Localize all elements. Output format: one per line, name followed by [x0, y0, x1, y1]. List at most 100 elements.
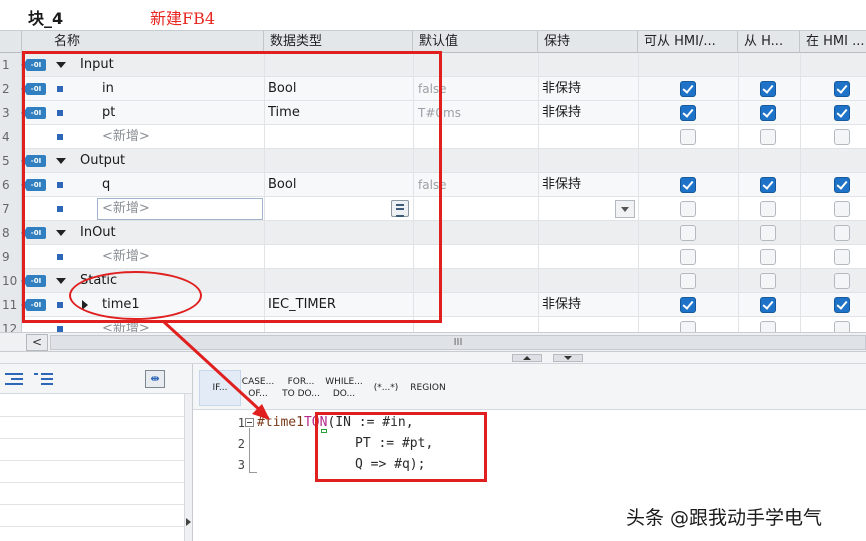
collapse-pane-icon[interactable]: ⇹ — [145, 370, 165, 388]
column-divider — [538, 77, 539, 101]
hmi-checkbox[interactable] — [760, 105, 776, 121]
col-header-hmi-write[interactable]: 从 H... — [738, 31, 800, 53]
scl-case-button[interactable]: CASE... OF... — [237, 370, 279, 406]
column-divider — [538, 149, 539, 173]
column-divider — [538, 197, 539, 221]
column-divider — [638, 293, 639, 317]
hmi-checkbox[interactable] — [680, 273, 696, 289]
indent-left-icon[interactable] — [5, 371, 25, 387]
col-header-datatype[interactable]: 数据类型 — [264, 31, 413, 53]
column-divider — [738, 293, 739, 317]
row-number: 5 — [0, 149, 22, 173]
column-divider — [638, 101, 639, 125]
divider — [0, 438, 184, 439]
row-number: 12 — [0, 317, 22, 332]
hmi-checkbox[interactable] — [834, 321, 850, 332]
line-number: 1 — [237, 416, 245, 430]
column-divider — [800, 77, 801, 101]
hmi-checkbox[interactable] — [834, 297, 850, 313]
divider — [0, 416, 184, 417]
retain-cell[interactable]: 非保持 — [542, 173, 581, 197]
hmi-checkbox[interactable] — [834, 177, 850, 193]
scl-region-button[interactable]: REGION — [407, 370, 449, 406]
hmi-checkbox[interactable] — [834, 129, 850, 145]
hmi-checkbox[interactable] — [680, 297, 696, 313]
scroll-thumb[interactable]: III — [50, 335, 866, 350]
retain-cell[interactable]: 非保持 — [542, 293, 581, 317]
hmi-checkbox[interactable] — [760, 249, 776, 265]
divider — [0, 504, 184, 505]
col-header-hmi-visible[interactable]: 在 HMI ... — [800, 31, 866, 53]
col-header-name[interactable]: 名称 — [22, 31, 264, 53]
column-divider — [638, 269, 639, 293]
column-divider — [738, 53, 739, 77]
hmi-checkbox[interactable] — [760, 177, 776, 193]
hmi-checkbox[interactable] — [760, 129, 776, 145]
row-number: 8 — [0, 221, 22, 245]
hmi-checkbox[interactable] — [834, 81, 850, 97]
hmi-checkbox[interactable] — [834, 201, 850, 217]
row-number: 7 — [0, 197, 22, 221]
col-header-hmi-access[interactable]: 可从 HMI/... — [638, 31, 738, 53]
hmi-checkbox[interactable] — [680, 201, 696, 217]
retain-cell[interactable]: 非保持 — [542, 101, 581, 125]
hmi-checkbox[interactable] — [834, 273, 850, 289]
retain-dropdown[interactable] — [615, 200, 635, 218]
hmi-checkbox[interactable] — [760, 201, 776, 217]
hmi-checkbox[interactable] — [680, 105, 696, 121]
indent-right-icon[interactable] — [34, 371, 54, 387]
scl-if-button[interactable]: IF... — [199, 370, 241, 406]
divider — [0, 460, 184, 461]
horizontal-scrollbar[interactable]: < III — [0, 332, 866, 352]
left-pane: ⇹ — [0, 364, 193, 541]
column-divider — [738, 173, 739, 197]
block-name: 块_4 — [28, 9, 64, 28]
column-divider — [738, 125, 739, 149]
row-number: 1 — [0, 53, 22, 77]
column-divider — [738, 221, 739, 245]
col-header-default[interactable]: 默认值 — [413, 31, 538, 53]
hmi-checkbox[interactable] — [834, 225, 850, 241]
hmi-checkbox[interactable] — [680, 321, 696, 332]
row-number: 10 — [0, 269, 22, 293]
column-divider — [800, 317, 801, 332]
hmi-checkbox[interactable] — [834, 105, 850, 121]
row-number: 3 — [0, 101, 22, 125]
line-number: 2 — [237, 437, 245, 451]
scl-comment-button[interactable]: (*...*) — [365, 370, 407, 406]
hmi-checkbox[interactable] — [834, 249, 850, 265]
left-pane-scrollbar[interactable] — [184, 394, 192, 541]
editor-gutter: 1 2 3 — [193, 410, 257, 541]
hmi-checkbox[interactable] — [680, 225, 696, 241]
column-divider — [538, 269, 539, 293]
column-divider — [638, 317, 639, 332]
hmi-checkbox[interactable] — [760, 297, 776, 313]
hmi-checkbox[interactable] — [680, 81, 696, 97]
column-divider — [538, 317, 539, 332]
divider — [0, 482, 184, 483]
hmi-checkbox[interactable] — [760, 273, 776, 289]
column-divider — [738, 317, 739, 332]
scroll-left-button[interactable]: < — [26, 334, 48, 351]
splitter-bar[interactable] — [0, 352, 866, 364]
hmi-checkbox[interactable] — [680, 177, 696, 193]
scl-while-button[interactable]: WHILE... DO... — [323, 370, 365, 406]
column-divider — [800, 221, 801, 245]
column-divider — [738, 197, 739, 221]
scl-for-button[interactable]: FOR... TO DO... — [280, 370, 322, 406]
fold-toggle-icon[interactable] — [245, 418, 254, 427]
hmi-checkbox[interactable] — [760, 225, 776, 241]
scl-instruction-toolbar: IF... CASE... OF... FOR... TO DO... WHIL… — [193, 364, 866, 410]
column-divider — [638, 53, 639, 77]
column-divider — [800, 197, 801, 221]
row-number: 4 — [0, 125, 22, 149]
splitter-down-button[interactable] — [553, 354, 583, 362]
hmi-checkbox[interactable] — [760, 81, 776, 97]
left-pane-toolbar: ⇹ — [0, 364, 192, 394]
col-header-retain[interactable]: 保持 — [538, 31, 638, 53]
hmi-checkbox[interactable] — [680, 129, 696, 145]
splitter-up-button[interactable] — [512, 354, 542, 362]
retain-cell[interactable]: 非保持 — [542, 77, 581, 101]
hmi-checkbox[interactable] — [760, 321, 776, 332]
hmi-checkbox[interactable] — [680, 249, 696, 265]
